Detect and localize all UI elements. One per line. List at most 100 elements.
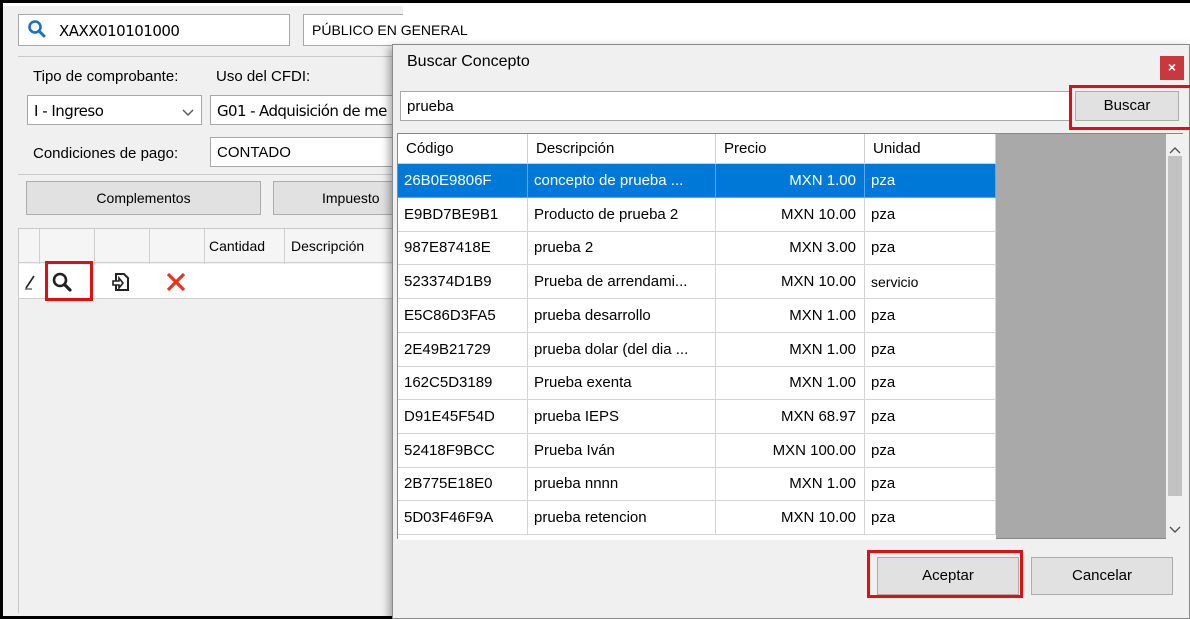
column-header-unidad[interactable]: Unidad — [865, 134, 996, 164]
grid-header-cantidad: Cantidad — [209, 238, 266, 254]
table-row[interactable]: 987E87418E prueba 2 MXN 3.00 pza — [398, 231, 996, 266]
cell-unidad: pza — [865, 433, 996, 468]
results-grid-body: Código Descripción Precio Unidad 26B0E9806F c… — [398, 134, 996, 540]
new-document-icon[interactable] — [110, 271, 132, 293]
cell-codigo: 52418F9BCC — [398, 433, 528, 468]
cell-unidad: pza — [865, 366, 996, 401]
cell-descripcion: prueba dolar (del dia ... — [528, 332, 716, 367]
cell-codigo: E5C86D3FA5 — [398, 298, 528, 333]
table-row[interactable]: 2B775E18E0 prueba nnnn MXN 1.00 pza — [398, 467, 996, 502]
condiciones-label: Condiciones de pago: — [33, 145, 179, 162]
cell-descripcion: Prueba de arrendami... — [528, 265, 716, 300]
table-row[interactable]: 523374D1B9 Prueba de arrendami... MXN 10.0… — [398, 265, 996, 300]
complementos-button[interactable]: Complementos — [26, 181, 261, 215]
divider — [18, 174, 403, 175]
cell-codigo: 523374D1B9 — [398, 265, 528, 300]
results-grid: Código Descripción Precio Unidad 26B0E9806F c… — [397, 133, 1184, 540]
cell-precio: MXN 10.00 — [716, 197, 865, 232]
table-row[interactable]: 5D03F46F9A prueba retencion MXN 10.00 pza — [398, 501, 996, 535]
cell-precio: MXN 10.00 — [716, 265, 865, 300]
highlight-aceptar — [867, 550, 1023, 598]
cell-descripcion: prueba nnnn — [528, 467, 716, 502]
chevron-down-icon[interactable] — [1169, 522, 1181, 533]
cell-descripcion: Prueba Iván — [528, 433, 716, 468]
cell-precio: MXN 10.00 — [716, 501, 865, 535]
search-icon — [27, 19, 47, 39]
tipo-value: I - Ingreso — [34, 102, 104, 120]
rfc-value: XAXX010101000 — [59, 22, 180, 40]
cell-descripcion: concepto de prueba ... — [528, 164, 716, 198]
dialog-title: Buscar Concepto — [407, 53, 530, 70]
vertical-scrollbar[interactable] — [1166, 134, 1184, 540]
client-name-field[interactable]: PÚBLICO EN GENERAL — [303, 14, 468, 46]
tipo-label: Tipo de comprobante: — [33, 68, 179, 85]
table-row[interactable]: E9BD7BE9B1 Producto de prueba 2 MXN 10.00 p… — [398, 197, 996, 232]
cell-unidad: pza — [865, 501, 996, 535]
chevron-up-icon[interactable] — [1169, 142, 1181, 154]
cell-codigo: D91E45F54D — [398, 399, 528, 434]
uso-select[interactable]: G01 - Adquisición de me — [210, 95, 403, 125]
condiciones-value: CONTADO — [217, 144, 291, 161]
cell-codigo: E9BD7BE9B1 — [398, 197, 528, 232]
cell-unidad: pza — [865, 197, 996, 232]
cell-unidad: pza — [865, 164, 996, 198]
close-button[interactable]: × — [1160, 56, 1184, 80]
cell-unidad: pza — [865, 332, 996, 367]
cell-descripcion: prueba IEPS — [528, 399, 716, 434]
grid-header-descripcion: Descripción — [291, 238, 365, 254]
client-name-value: PÚBLICO EN GENERAL — [312, 22, 468, 38]
cell-unidad: pza — [865, 231, 996, 266]
table-row[interactable]: E5C86D3FA5 prueba desarrollo MXN 1.00 pza — [398, 298, 996, 333]
pencil-icon — [23, 274, 37, 290]
cell-codigo: 26B0E9806F — [398, 164, 528, 198]
cell-unidad: pza — [865, 467, 996, 502]
cell-precio: MXN 1.00 — [716, 366, 865, 401]
impuestos-button[interactable]: Impuesto — [273, 181, 403, 215]
cell-descripcion: Producto de prueba 2 — [528, 197, 716, 232]
cell-precio: MXN 68.97 — [716, 399, 865, 434]
cell-codigo: 987E87418E — [398, 231, 528, 266]
cell-codigo: 5D03F46F9A — [398, 501, 528, 535]
cell-precio: MXN 1.00 — [716, 332, 865, 367]
table-row[interactable]: 26B0E9806F concepto de prueba ... MXN 1.00… — [398, 164, 996, 198]
cell-precio: MXN 1.00 — [716, 298, 865, 333]
cell-descripcion: prueba desarrollo — [528, 298, 716, 333]
cell-descripcion: Prueba exenta — [528, 366, 716, 401]
cell-codigo: 2B775E18E0 — [398, 467, 528, 502]
cell-descripcion: prueba retencion — [528, 501, 716, 535]
cell-precio: MXN 100.00 — [716, 433, 865, 468]
cell-codigo: 2E49B21729 — [398, 332, 528, 367]
cell-precio: MXN 3.00 — [716, 231, 865, 266]
column-header-descripcion[interactable]: Descripción — [528, 134, 716, 164]
cell-precio: MXN 1.00 — [716, 467, 865, 502]
scrollbar-thumb[interactable] — [1168, 156, 1182, 496]
grid-header-row: Cantidad Descripción — [19, 229, 404, 299]
condiciones-field[interactable]: CONTADO — [210, 137, 403, 167]
concept-search-value: prueba — [407, 98, 454, 115]
highlight-buscar — [1069, 85, 1190, 130]
cancelar-button[interactable]: Cancelar — [1031, 557, 1173, 595]
cell-unidad: servicio — [865, 265, 996, 300]
close-icon: × — [1167, 59, 1177, 75]
table-row[interactable]: 162C5D3189 Prueba exenta MXN 1.00 pza — [398, 366, 996, 401]
uso-label: Uso del CFDI: — [216, 68, 311, 85]
divider — [18, 56, 403, 57]
concept-search-input[interactable]: prueba — [400, 91, 1070, 121]
table-row[interactable]: D91E45F54D prueba IEPS MXN 68.97 pza — [398, 399, 996, 434]
table-row[interactable]: 2E49B21729 prueba dolar (del dia ... MXN 1… — [398, 332, 996, 367]
cell-descripcion: prueba 2 — [528, 231, 716, 266]
chevron-down-icon — [182, 105, 194, 116]
rfc-field[interactable]: XAXX010101000 — [18, 14, 290, 46]
column-header-codigo[interactable]: Código — [398, 134, 528, 164]
table-row[interactable]: 52418F9BCC Prueba Iván MXN 100.00 pza — [398, 433, 996, 468]
column-header-precio[interactable]: Precio — [716, 134, 865, 164]
cell-precio: MXN 1.00 — [716, 164, 865, 198]
buscar-concepto-dialog: Buscar Concepto × prueba Buscar Código De… — [392, 44, 1190, 619]
cell-unidad: pza — [865, 298, 996, 333]
cell-unidad: pza — [865, 399, 996, 434]
cell-codigo: 162C5D3189 — [398, 366, 528, 401]
uso-value: G01 - Adquisición de me — [217, 102, 387, 120]
tipo-select[interactable]: I - Ingreso — [27, 95, 202, 125]
delete-icon[interactable] — [165, 271, 187, 293]
highlight-search-tool — [45, 261, 93, 301]
